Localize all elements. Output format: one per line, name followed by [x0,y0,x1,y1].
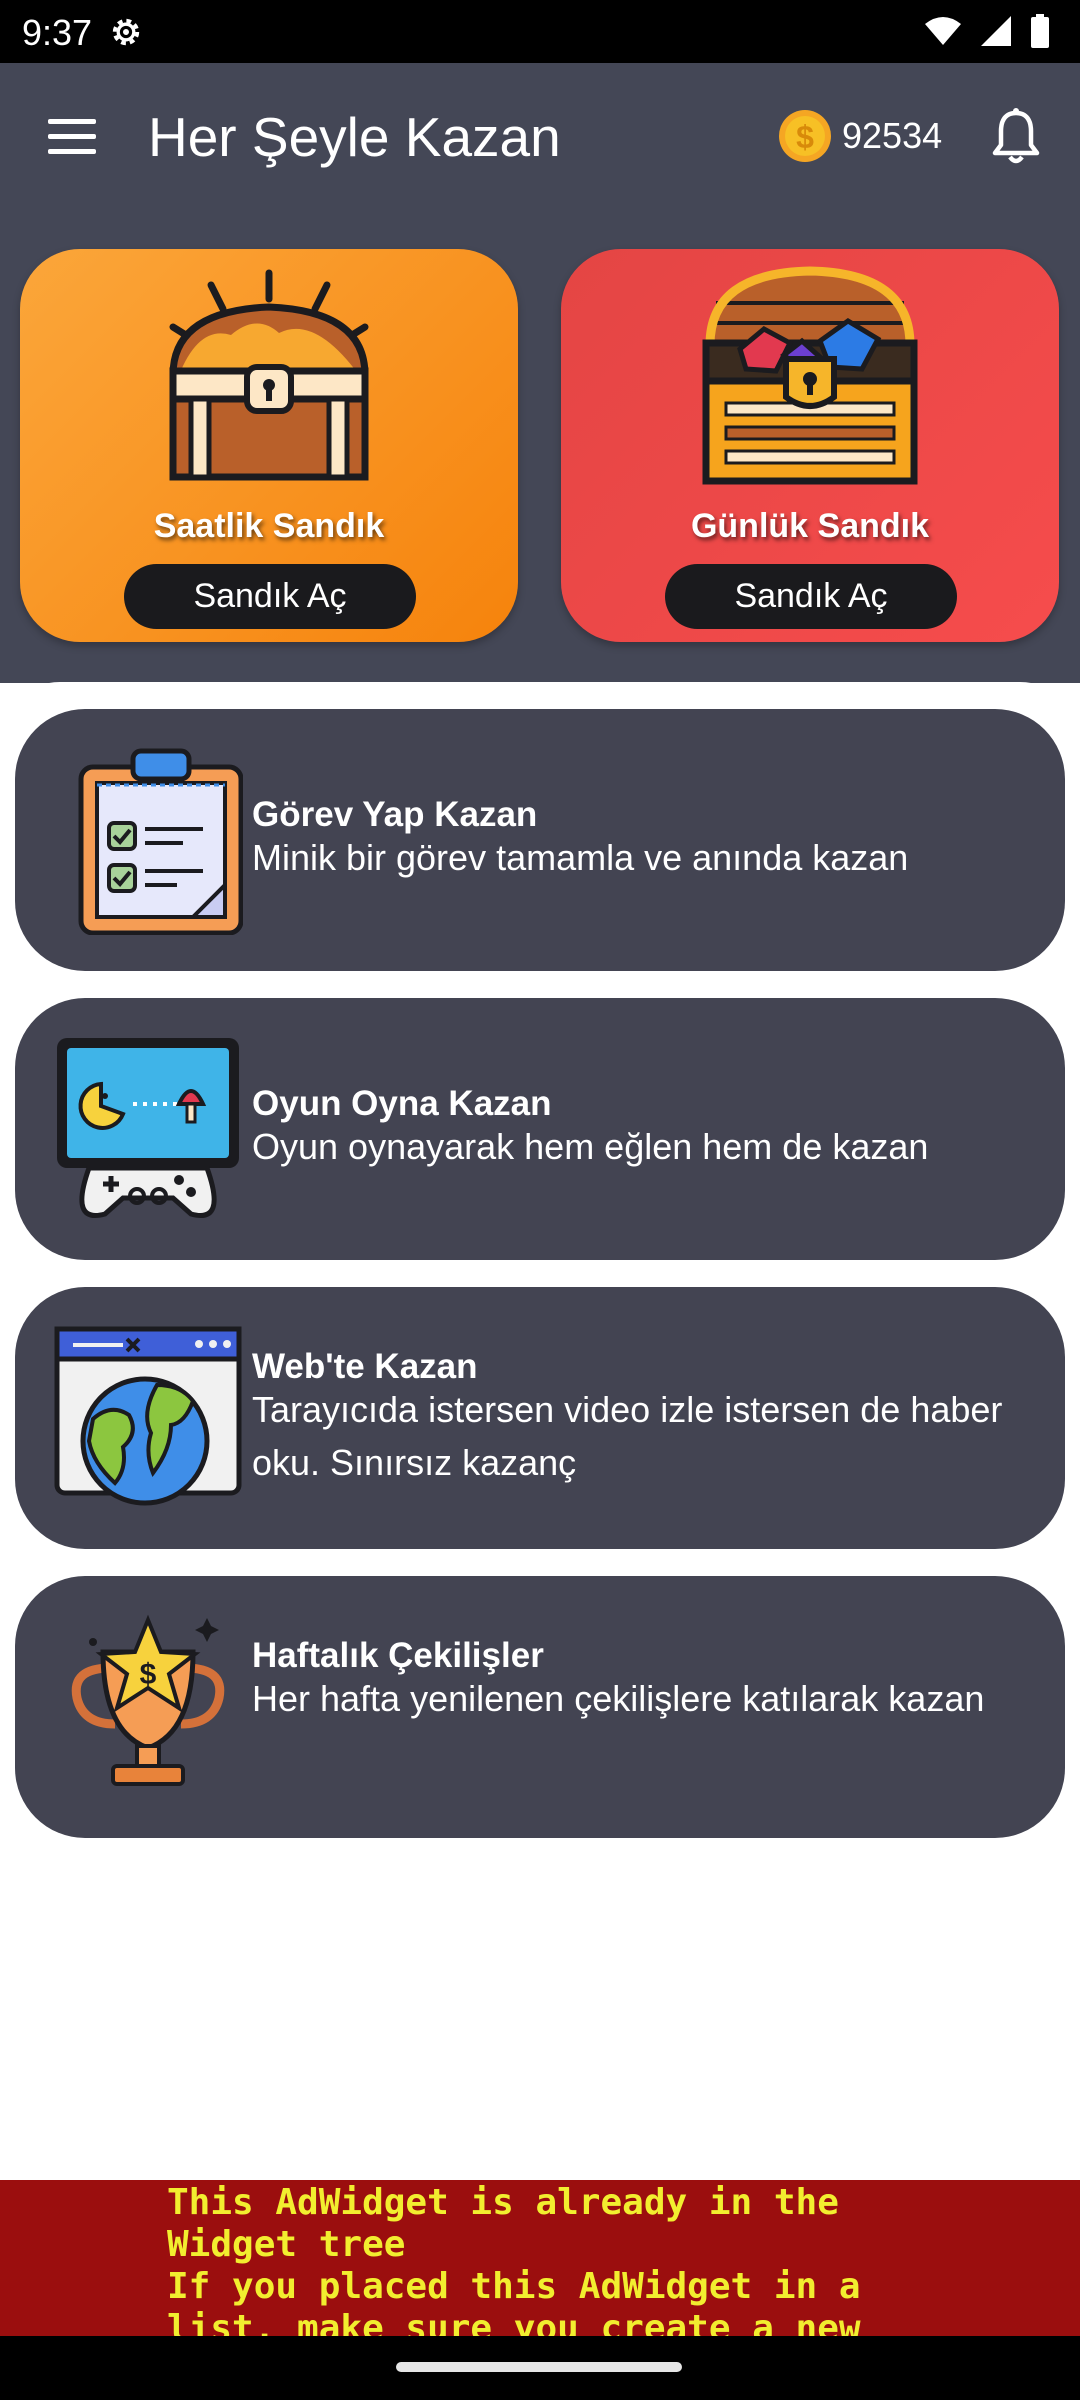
browser-globe-icon [54,1326,242,1506]
cellular-signal-icon [981,16,1011,46]
svg-text:$: $ [140,1658,157,1691]
task-title: Web'te Kazan [252,1347,478,1386]
coin-amount: 92534 [842,115,943,156]
task-description: Tarayıcıda istersen video izle istersen … [252,1389,1003,1483]
gamepad-monitor-icon [57,1038,239,1218]
task-card-web[interactable]: Web'te Kazan Tarayıcıda istersen video i… [15,1287,1065,1549]
settings-gear-icon [112,18,140,46]
status-bar: 9:37 [0,0,1080,63]
task-title: Görev Yap Kazan [252,795,538,834]
ad-widget-error: This AdWidget is already in the Widget t… [0,2180,1080,2340]
trophy-icon: $ [71,1614,225,1786]
task-card-oyun[interactable]: Oyun Oyna Kazan Oyun oynayarak hem eğlen… [15,998,1065,1260]
notification-bell-icon[interactable] [990,107,1042,167]
chest-card-hourly[interactable]: Saatlik Sandık Sandık Aç [20,249,518,642]
task-description: Minik bir görev tamamla ve anında kazan [252,837,909,878]
chest-label-daily: Günlük Sandık [690,507,930,545]
battery-icon [1031,14,1049,48]
app-title: Her Şeyle Kazan [148,106,561,168]
task-card-cekilis[interactable]: $ Haftalık Çekilişler Her hafta yenilene… [15,1576,1065,1838]
chest-card-daily[interactable]: Günlük Sandık Sandık Aç [561,249,1059,642]
open-hourly-chest-button[interactable]: Sandık Aç [124,564,416,629]
task-description: Oyun oynayarak hem eğlen hem de kazan [252,1126,929,1167]
app-bar: Her Şeyle Kazan $ 92534 [0,63,1080,211]
clipboard-checklist-icon [78,748,243,935]
menu-icon[interactable] [46,115,100,159]
chest-label-hourly: Saatlik Sandık [153,507,385,545]
screen: 9:37 Her Şeyle Kazan $ 92534 Saatlik San… [0,0,1080,2400]
task-card-gorev[interactable]: Görev Yap Kazan Minik bir görev tamamla … [15,709,1065,971]
task-title: Oyun Oyna Kazan [252,1084,552,1123]
task-description: Her hafta yenilenen çekilişlere katılara… [252,1678,985,1719]
treasure-chest-icon [169,269,369,481]
open-daily-chest-button[interactable]: Sandık Aç [665,564,957,629]
svg-text:$: $ [796,119,814,155]
coin-balance: $ 92534 [778,109,942,163]
home-indicator[interactable] [396,2362,682,2372]
navigation-bar [0,2336,1080,2400]
gem-treasure-chest-icon [702,266,918,485]
ad-error-text: This AdWidget is already in the Widget t… [167,2182,861,2340]
status-icons [924,14,1050,48]
task-title: Haftalık Çekilişler [252,1636,544,1675]
coin-icon: $ [779,110,831,162]
status-time: 9:37 [22,12,93,53]
wifi-icon [925,17,961,45]
